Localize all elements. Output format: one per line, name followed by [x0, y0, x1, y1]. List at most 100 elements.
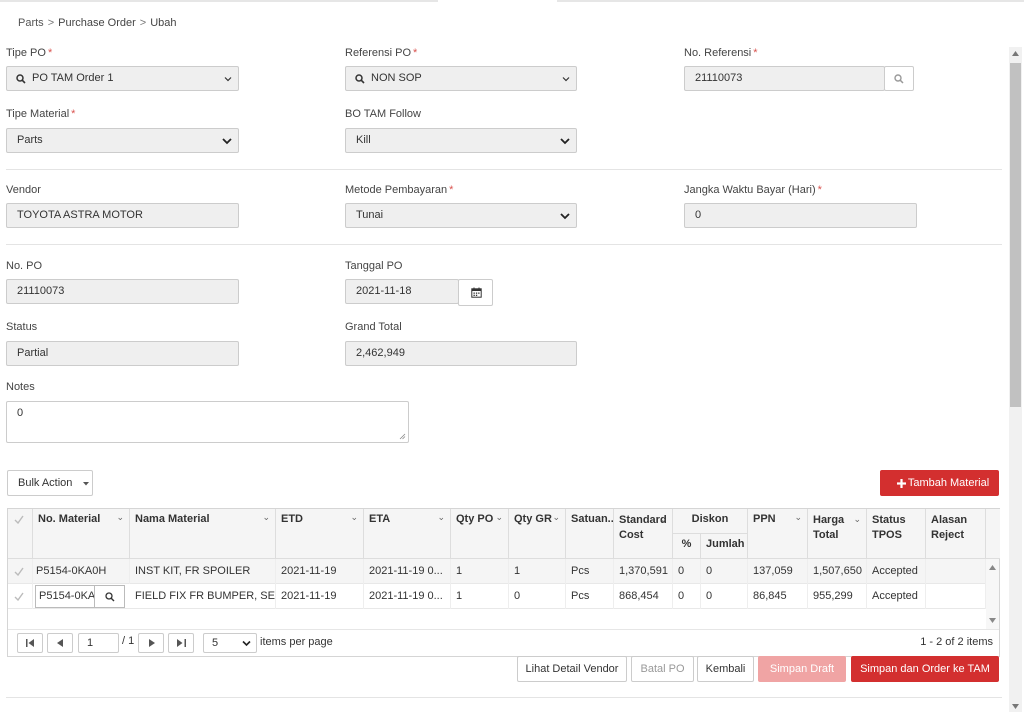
filter-chevron-icon[interactable]: ⌄: [552, 512, 560, 523]
cell-standard-cost: 868,454: [614, 584, 673, 609]
vendor-label-text: Vendor: [6, 184, 41, 196]
top-strip-segment: [557, 0, 1024, 2]
metode-pembayaran-select[interactable]: Tunai: [345, 203, 577, 228]
simpan-draft-button[interactable]: Simpan Draft: [758, 656, 846, 682]
material-grid: No. Material ⌄ Nama Material ⌄ ETD ⌄ ETA ⌄ Q…: [7, 508, 1000, 657]
tipe-material-select[interactable]: Parts: [6, 128, 239, 153]
filter-chevron-icon[interactable]: ⌄: [794, 512, 802, 523]
tipe-po-select[interactable]: PO TAM Order 1: [6, 66, 239, 91]
cell-harga-total: 955,299: [808, 584, 867, 609]
page-scrollbar-thumb[interactable]: [1010, 63, 1021, 407]
tipe-po-label: Tipe PO *: [6, 47, 52, 59]
cell-qty-po[interactable]: 1: [451, 559, 509, 584]
previous-page-button[interactable]: [47, 633, 73, 653]
no-po-value: 21110073: [17, 285, 65, 297]
filter-chevron-icon[interactable]: ⌄: [495, 512, 503, 523]
notes-label: Notes: [6, 381, 35, 393]
column-header-status-tpos[interactable]: Status TPOS: [867, 509, 926, 559]
check-icon[interactable]: [14, 515, 24, 524]
chevron-down-icon: [222, 138, 232, 145]
cell-diskon-jumlah[interactable]: 0: [701, 584, 748, 609]
bulk-action-label: Bulk Action: [18, 477, 73, 489]
column-header-ppn[interactable]: PPN ⌄: [748, 509, 808, 559]
tanggal-po-value: 2021-11-18: [356, 285, 412, 297]
next-page-button[interactable]: [138, 633, 164, 653]
no-referensi-input[interactable]: 21110073: [684, 66, 885, 91]
cell-no-material[interactable]: P5154-0KA0H: [33, 559, 130, 584]
page-number-input[interactable]: 1: [78, 633, 119, 653]
referensi-po-select[interactable]: NON SOP: [345, 66, 577, 91]
tipe-po-label-text: Tipe PO: [6, 47, 46, 59]
lihat-detail-vendor-button[interactable]: Lihat Detail Vendor: [517, 656, 627, 682]
no-referensi-search-button[interactable]: [884, 66, 914, 91]
row-select-cell[interactable]: [8, 584, 33, 609]
scroll-up-icon[interactable]: [989, 565, 996, 570]
column-header-satuan[interactable]: Satuan...: [566, 509, 614, 559]
filter-chevron-icon[interactable]: ⌄: [262, 512, 270, 523]
cell-diskon-pct[interactable]: 0: [673, 559, 701, 584]
column-header-qty-gr[interactable]: Qty GR ⌄: [509, 509, 566, 559]
column-header-nama-material[interactable]: Nama Material ⌄: [130, 509, 276, 559]
cell-qty-po[interactable]: 1: [451, 584, 509, 609]
breadcrumb-parts[interactable]: Parts: [18, 17, 44, 29]
no-po-label-text: No. PO: [6, 260, 43, 272]
batal-po-button[interactable]: Batal PO: [631, 656, 694, 682]
cell-eta[interactable]: 2021-11-19 0...: [364, 559, 451, 584]
column-header-label: Qty GR: [514, 513, 552, 525]
cell-eta[interactable]: 2021-11-19 0...: [364, 584, 451, 609]
column-header-standard-cost[interactable]: Standard Cost ⌄: [614, 509, 673, 559]
cell-diskon-pct[interactable]: 0: [673, 584, 701, 609]
bo-tam-follow-select[interactable]: Kill: [345, 128, 577, 153]
table-row[interactable]: P5154-0KA0H INST KIT, FR SPOILER 2021-11…: [8, 559, 986, 584]
column-header-diskon-pct[interactable]: %: [673, 534, 701, 559]
filter-chevron-icon[interactable]: ⌄: [116, 512, 124, 523]
resize-handle-icon[interactable]: [399, 433, 406, 440]
breadcrumb-purchase-order[interactable]: Purchase Order: [58, 17, 136, 29]
tambah-material-button[interactable]: Tambah Material: [880, 470, 999, 496]
check-icon[interactable]: [14, 567, 24, 576]
tanggal-po-input[interactable]: 2021-11-18: [345, 279, 459, 304]
column-header-harga-total[interactable]: Harga Total ⌄: [808, 509, 867, 559]
cell-etd[interactable]: 2021-11-19: [276, 584, 364, 609]
column-header-etd[interactable]: ETD ⌄: [276, 509, 364, 559]
column-header-qty-po[interactable]: Qty PO ⌄: [451, 509, 509, 559]
no-material-edit-input[interactable]: P5154-0KA: [35, 585, 95, 608]
chevron-down-icon: [560, 138, 570, 145]
filter-chevron-icon[interactable]: ⌄: [437, 512, 445, 523]
select-all-header[interactable]: [8, 509, 33, 559]
column-header-eta[interactable]: ETA ⌄: [364, 509, 451, 559]
last-page-button[interactable]: [168, 633, 194, 653]
cell-etd[interactable]: 2021-11-19: [276, 559, 364, 584]
column-header-label: %: [681, 538, 692, 550]
date-picker-button[interactable]: [458, 279, 493, 306]
filter-chevron-icon[interactable]: ⌄: [659, 512, 667, 527]
first-page-button[interactable]: [17, 633, 43, 653]
chevron-down-icon: [560, 213, 570, 220]
filter-chevron-icon[interactable]: ⌄: [853, 512, 861, 527]
cell-diskon-jumlah[interactable]: 0: [701, 559, 748, 584]
table-row[interactable]: P5154-0KA FIELD FIX FR BUMPER, SET 2021-…: [8, 584, 986, 609]
column-header-no-material[interactable]: No. Material ⌄: [33, 509, 130, 559]
cell-nama-material: FIELD FIX FR BUMPER, SET: [130, 584, 276, 609]
cell-satuan: Pcs: [566, 559, 614, 584]
no-material-search-button[interactable]: [95, 585, 125, 608]
bulk-action-button[interactable]: Bulk Action: [7, 470, 93, 496]
notes-textarea[interactable]: 0: [6, 401, 409, 443]
tipe-material-label-text: Tipe Material: [6, 108, 70, 120]
scroll-down-icon[interactable]: [989, 618, 996, 623]
page-size-select[interactable]: 5: [203, 633, 257, 653]
simpan-order-tam-button[interactable]: Simpan dan Order ke TAM: [851, 656, 999, 682]
scroll-up-icon[interactable]: [1012, 51, 1019, 56]
column-header-alasan-reject[interactable]: Alasan Reject: [926, 509, 986, 559]
search-icon: [355, 74, 365, 84]
header-scroll-spacer: [986, 509, 1000, 559]
row-select-cell[interactable]: [8, 559, 33, 584]
cell-qty-gr: 0: [509, 584, 566, 609]
scroll-down-icon[interactable]: [1012, 704, 1019, 709]
column-header-diskon-jumlah[interactable]: Jumlah: [701, 534, 748, 559]
filter-chevron-icon[interactable]: ⌄: [350, 512, 358, 523]
column-header-label: No. Material: [38, 513, 101, 525]
kembali-button[interactable]: Kembali: [697, 656, 754, 682]
check-icon[interactable]: [14, 592, 24, 601]
grid-vertical-scrollbar[interactable]: [986, 559, 999, 629]
